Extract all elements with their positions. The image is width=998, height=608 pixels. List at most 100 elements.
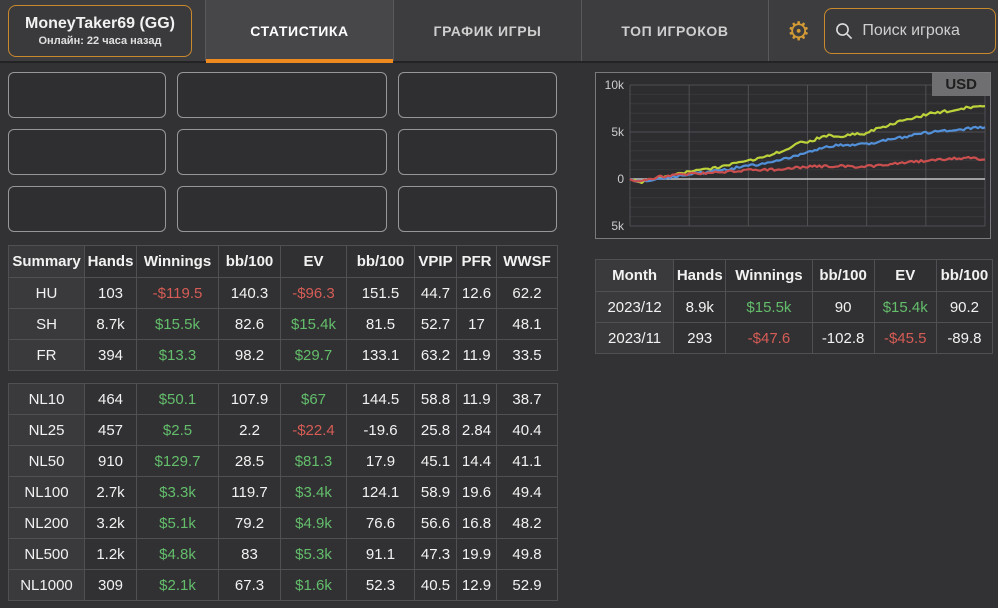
row-label-cell: NL1000: [9, 570, 85, 601]
column-header: bb/100: [936, 260, 992, 292]
column-header: EV: [281, 246, 347, 278]
data-cell: 48.1: [497, 309, 558, 340]
data-cell: 49.8: [497, 539, 558, 570]
player-search-box[interactable]: [824, 8, 996, 54]
column-header: VPIP: [415, 246, 457, 278]
table-row: NL1002.7k$3.3k119.7$3.4k124.158.919.649.…: [9, 477, 558, 508]
data-cell: $81.3: [281, 446, 347, 477]
summary-tables: SummaryHandsWinningsbb/100EVbb/100VPIPPF…: [8, 245, 557, 601]
table-row: FR394$13.398.2$29.7133.163.211.933.5: [9, 340, 558, 371]
stakes-summary-table: NL10464$50.1107.9$67144.558.811.938.7NL2…: [8, 383, 558, 601]
player-online-status: Онлайн: 22 часа назад: [39, 35, 162, 47]
stat-card-winnings: [177, 72, 387, 118]
winnings-chart-panel: 10k5k05k USD: [595, 72, 991, 239]
row-label-cell: NL500: [9, 539, 85, 570]
row-label-cell: 2023/11: [596, 323, 674, 354]
tab-top-players[interactable]: ТОП ИГРОКОВ: [581, 0, 769, 61]
column-header: bb/100: [812, 260, 874, 292]
main-content: SummaryHandsWinningsbb/100EVbb/100VPIPPF…: [0, 63, 998, 601]
data-cell: 11.9: [457, 340, 497, 371]
svg-text:5k: 5k: [611, 219, 625, 233]
data-cell: 124.1: [347, 477, 415, 508]
data-cell: 14.4: [457, 446, 497, 477]
data-cell: $2.5: [137, 415, 219, 446]
data-cell: 98.2: [219, 340, 281, 371]
settings-gear-icon[interactable]: ⚙: [787, 18, 810, 44]
data-cell: 58.8: [415, 384, 457, 415]
table-row: NL50910$129.728.5$81.317.945.114.441.1: [9, 446, 558, 477]
data-cell: 62.2: [497, 278, 558, 309]
data-cell: 8.9k: [674, 292, 726, 323]
data-cell: 19.9: [457, 539, 497, 570]
data-cell: $4.8k: [137, 539, 219, 570]
row-label-cell: NL10: [9, 384, 85, 415]
data-cell: $29.7: [281, 340, 347, 371]
data-cell: 140.3: [219, 278, 281, 309]
table-row: SH8.7k$15.5k82.6$15.4k81.552.71748.1: [9, 309, 558, 340]
month-results-table: MonthHandsWinningsbb/100EVbb/1002023/128…: [595, 259, 993, 354]
data-cell: 49.4: [497, 477, 558, 508]
data-cell: 394: [85, 340, 137, 371]
data-cell: 16.8: [457, 508, 497, 539]
row-label-cell: NL100: [9, 477, 85, 508]
data-cell: 52.3: [347, 570, 415, 601]
data-cell: 11.9: [457, 384, 497, 415]
data-cell: $3.3k: [137, 477, 219, 508]
data-cell: 40.4: [497, 415, 558, 446]
data-cell: 2.2: [219, 415, 281, 446]
data-cell: 40.5: [415, 570, 457, 601]
data-cell: $50.1: [137, 384, 219, 415]
data-cell: 76.6: [347, 508, 415, 539]
data-cell: -$22.4: [281, 415, 347, 446]
table-header-row: MonthHandsWinningsbb/100EVbb/100: [596, 260, 993, 292]
tab-game-graph[interactable]: ГРАФИК ИГРЫ: [393, 0, 581, 61]
stats-cards: [8, 72, 557, 232]
data-cell: $129.7: [137, 446, 219, 477]
stat-card-vpip: [398, 72, 557, 118]
data-cell: 90: [812, 292, 874, 323]
data-cell: 52.9: [497, 570, 558, 601]
data-cell: -$119.5: [137, 278, 219, 309]
data-cell: 12.6: [457, 278, 497, 309]
data-cell: 52.7: [415, 309, 457, 340]
data-cell: 90.2: [936, 292, 992, 323]
column-header: Summary: [9, 246, 85, 278]
tab-label: ТОП ИГРОКОВ: [621, 23, 728, 39]
table-row: 2023/128.9k$15.5k90$15.4k90.2: [596, 292, 993, 323]
row-label-cell: HU: [9, 278, 85, 309]
data-cell: 82.6: [219, 309, 281, 340]
data-cell: 464: [85, 384, 137, 415]
table-row: NL5001.2k$4.8k83$5.3k91.147.319.949.8: [9, 539, 558, 570]
data-cell: $1.6k: [281, 570, 347, 601]
data-cell: $67: [281, 384, 347, 415]
data-cell: $3.4k: [281, 477, 347, 508]
data-cell: $15.5k: [726, 292, 812, 323]
position-summary-table: SummaryHandsWinningsbb/100EVbb/100VPIPPF…: [8, 245, 558, 371]
data-cell: 107.9: [219, 384, 281, 415]
data-cell: 2.84: [457, 415, 497, 446]
stat-card-hands: [8, 72, 166, 118]
table-row: NL25457$2.52.2-$22.4-19.625.82.8440.4: [9, 415, 558, 446]
stat-card-home: [8, 129, 166, 175]
stat-card-3bet: [398, 186, 557, 232]
currency-badge[interactable]: USD: [932, 73, 990, 96]
row-label-cell: NL200: [9, 508, 85, 539]
search-input[interactable]: [862, 22, 985, 40]
data-cell: 41.1: [497, 446, 558, 477]
data-cell: 28.5: [219, 446, 281, 477]
row-label-cell: NL50: [9, 446, 85, 477]
data-cell: 119.7: [219, 477, 281, 508]
data-cell: 83: [219, 539, 281, 570]
data-cell: 67.3: [219, 570, 281, 601]
stat-card-pfr: [398, 129, 557, 175]
data-cell: $15.4k: [281, 309, 347, 340]
tab-statistics[interactable]: СТАТИСТИКА: [205, 0, 393, 61]
right-column: 10k5k05k USD MonthHandsWinningsbb/100EVb…: [595, 72, 993, 601]
data-cell: 33.5: [497, 340, 558, 371]
player-info-card: MoneyTaker69 (GG) Онлайн: 22 часа назад: [8, 5, 192, 57]
column-header: Month: [596, 260, 674, 292]
data-cell: 12.9: [457, 570, 497, 601]
main-tabs: СТАТИСТИКА ГРАФИК ИГРЫ ТОП ИГРОКОВ: [205, 0, 769, 61]
data-cell: 151.5: [347, 278, 415, 309]
column-header: Hands: [85, 246, 137, 278]
